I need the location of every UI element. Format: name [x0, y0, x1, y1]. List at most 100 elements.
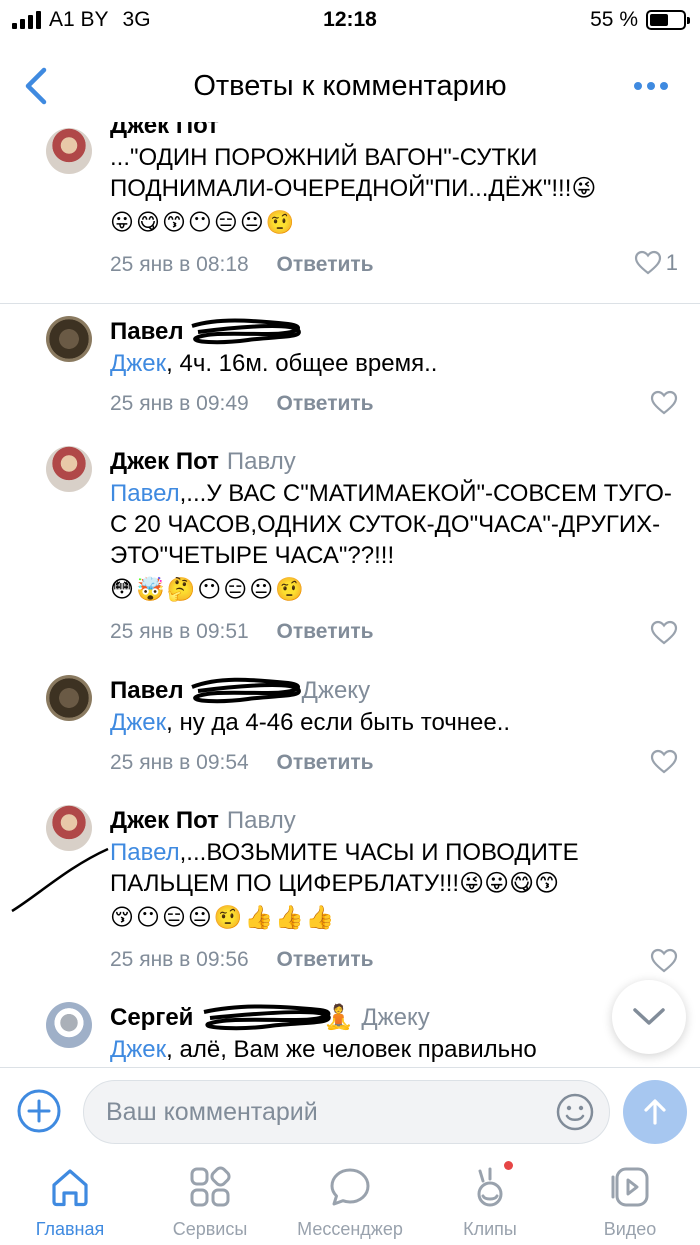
- mention-link[interactable]: Джек: [110, 350, 166, 377]
- tab-clips[interactable]: Клипы: [420, 1157, 560, 1245]
- author-name[interactable]: Павел: [110, 677, 184, 704]
- redaction-scribble: [191, 677, 301, 704]
- comment-text-body: ,...ВОЗЬМИТЕ ЧАСЫ И ПОВОДИТЕ ПАЛЬЦЕМ ПО …: [110, 839, 579, 897]
- attach-button[interactable]: [16, 1088, 62, 1134]
- comment-meta: 25 янв в 09:49 Ответить: [110, 389, 680, 419]
- tab-home[interactable]: Главная: [0, 1157, 140, 1245]
- comment-header: Джек Пот: [110, 122, 680, 142]
- reply-to-name[interactable]: Джеку: [361, 1004, 429, 1031]
- comment-text-body: , алё, Вам же человек правильно: [166, 1036, 537, 1063]
- comment-emojis: 😳🤯🤔😶😑😐🤨: [110, 576, 306, 602]
- comment-date: 25 янв в 09:49: [110, 392, 249, 415]
- comment-composer: [0, 1067, 700, 1157]
- like-button[interactable]: [650, 948, 678, 974]
- services-icon: [190, 1166, 231, 1207]
- comment-emojis: 😚😶😑😐🤨👍👍👍: [110, 904, 337, 930]
- battery-percent: 55 %: [590, 8, 638, 31]
- tab-services[interactable]: Сервисы: [140, 1157, 280, 1245]
- like-button[interactable]: [650, 749, 678, 775]
- author-name[interactable]: Джек Пот: [110, 122, 219, 139]
- comment-input[interactable]: [106, 1081, 546, 1143]
- comment-meta: 25 янв в 09:54 Ответить: [110, 748, 680, 778]
- reply-button[interactable]: Ответить: [277, 392, 374, 415]
- comment-date: 25 янв в 08:18: [110, 253, 249, 276]
- reply-button[interactable]: Ответить: [277, 620, 374, 643]
- reply-button[interactable]: Ответить: [277, 948, 374, 971]
- heart-icon: [650, 390, 678, 415]
- comment-text: Джек, ну да 4-46 если быть точнее..: [110, 707, 680, 738]
- avatar[interactable]: [46, 128, 92, 174]
- comment-text-body: , 4ч. 16м. общее время..: [166, 350, 438, 377]
- scroll-down-button[interactable]: [612, 980, 686, 1054]
- tab-bar: Главная Сервисы Мессенджер Клипы Видео: [0, 1157, 700, 1245]
- chat-icon: [330, 1168, 370, 1206]
- comment-header: Сергей 🧘 Джеку: [110, 1002, 680, 1034]
- comment-text: Джек, 4ч. 16м. общее время..: [110, 348, 680, 379]
- notification-badge: [504, 1161, 513, 1170]
- comment-input-box: [83, 1080, 610, 1144]
- like-button[interactable]: 1: [634, 250, 678, 276]
- divider: [0, 303, 700, 304]
- chevron-down-icon: [633, 1008, 665, 1025]
- author-name[interactable]: Павел: [110, 318, 184, 345]
- tab-label: Сервисы: [172, 1219, 248, 1239]
- comment-header: Джек Пот Павлу: [110, 446, 680, 478]
- comment-meta: 25 янв в 09:51 Ответить: [110, 617, 680, 647]
- like-count: 1: [665, 250, 678, 275]
- comment-text: ..."ОДИН ПОРОЖНИЙ ВАГОН"-СУТКИ ПОДНИМАЛИ…: [110, 142, 680, 204]
- mention-link[interactable]: Павел: [110, 480, 180, 507]
- comment-text-body: , ну да 4-46 если быть точнее..: [166, 709, 511, 736]
- tab-label: Клипы: [463, 1219, 517, 1239]
- comment-emojis: 😛😋😙😶😑😐🤨: [110, 209, 297, 235]
- reply-to-name[interactable]: Павлу: [227, 448, 296, 475]
- reply-to-name[interactable]: Джеку: [302, 677, 370, 704]
- reply-button[interactable]: Ответить: [277, 253, 374, 276]
- tab-label: Видео: [603, 1219, 657, 1239]
- tab-messenger[interactable]: Мессенджер: [280, 1157, 420, 1245]
- smile-icon: [556, 1093, 594, 1131]
- author-name[interactable]: Джек Пот: [110, 807, 219, 834]
- send-button[interactable]: [623, 1080, 687, 1144]
- comment-text: Павел,...ВОЗЬМИТЕ ЧАСЫ И ПОВОДИТЕ ПАЛЬЦЕ…: [110, 837, 680, 899]
- comment-text-body: ..."ОДИН ПОРОЖНИЙ ВАГОН"-СУТКИ ПОДНИМАЛИ…: [110, 144, 597, 202]
- clips-icon: [477, 1167, 503, 1207]
- comment-date: 25 янв в 09:56: [110, 948, 249, 971]
- like-button[interactable]: [650, 620, 678, 646]
- comment-text: Павел,...У ВАС С"МАТИМАЕКОЙ"-СОВСЕМ ТУГО…: [110, 478, 680, 571]
- avatar[interactable]: [46, 316, 92, 362]
- comment-meta: 25 янв в 09:56 Ответить: [110, 945, 680, 975]
- heart-icon: [650, 948, 678, 973]
- redaction-scribble: [191, 318, 301, 345]
- avatar[interactable]: [46, 1002, 92, 1048]
- status-bar: A1 BY 3G 12:18 55 %: [0, 0, 700, 40]
- more-horizontal-icon: [634, 82, 642, 90]
- mention-link[interactable]: Павел: [110, 839, 180, 866]
- avatar[interactable]: [46, 446, 92, 492]
- video-icon: [611, 1167, 649, 1207]
- heart-icon: [650, 620, 678, 645]
- reply-to-name[interactable]: Павлу: [227, 807, 296, 834]
- like-button[interactable]: [650, 390, 678, 416]
- battery-icon: [646, 10, 690, 30]
- comments-list[interactable]: Джек Пот ..."ОДИН ПОРОЖНИЙ ВАГОН"-СУТКИ …: [0, 122, 700, 1067]
- status-right: 55 %: [590, 8, 690, 32]
- comment-text-body: ,...У ВАС С"МАТИМАЕКОЙ"-СОВСЕМ ТУГО-С 20…: [110, 480, 672, 569]
- mention-link[interactable]: Джек: [110, 709, 166, 736]
- page-title: Ответы к комментарию: [193, 70, 507, 102]
- tab-label: Главная: [35, 1219, 105, 1239]
- tab-video[interactable]: Видео: [560, 1157, 700, 1245]
- emoji-button[interactable]: [555, 1092, 595, 1132]
- more-button[interactable]: [634, 82, 668, 90]
- plus-circle-icon: [17, 1089, 61, 1133]
- author-name[interactable]: Джек Пот: [110, 448, 219, 475]
- arrow-up-icon: [644, 1099, 666, 1125]
- reply-button[interactable]: Ответить: [277, 751, 374, 774]
- heart-icon: [650, 749, 678, 774]
- author-name[interactable]: Сергей: [110, 1004, 193, 1031]
- comment-meta: 25 янв в 08:18 Ответить: [110, 250, 680, 280]
- mention-link[interactable]: Джек: [110, 1036, 166, 1063]
- tab-label: Мессенджер: [297, 1219, 403, 1239]
- heart-icon: [634, 250, 661, 275]
- avatar[interactable]: [46, 675, 92, 721]
- comment-text: Джек, алё, Вам же человек правильно: [110, 1034, 680, 1065]
